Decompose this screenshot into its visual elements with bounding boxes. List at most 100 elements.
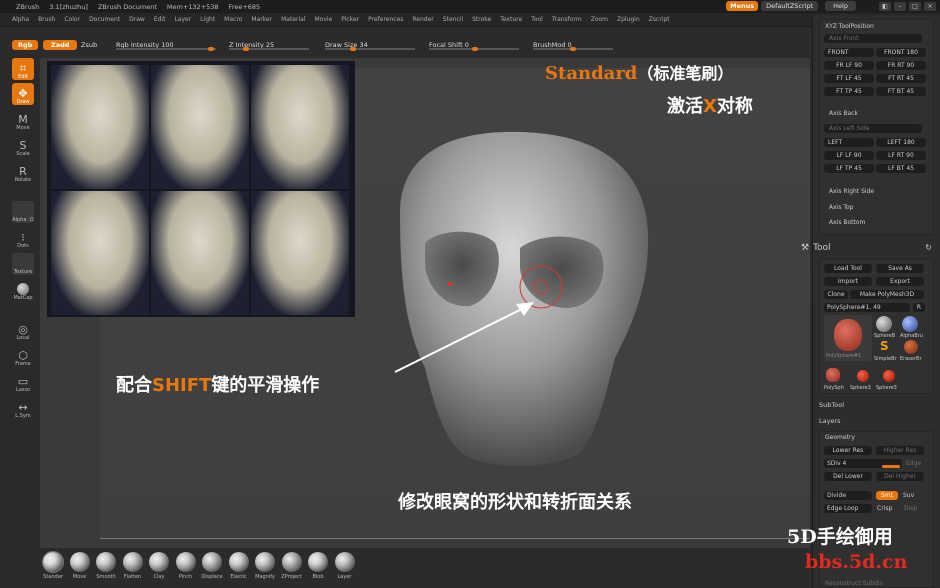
lf-lf90-button[interactable]: LF LF 90 xyxy=(824,151,874,160)
current-tool-slider[interactable]: PolySphere#1. 49 xyxy=(824,303,910,312)
draw-size-track[interactable] xyxy=(325,48,415,50)
brush-magnify[interactable]: Magnify xyxy=(252,552,278,580)
axis-back-button[interactable]: Axis Back xyxy=(829,110,858,117)
axis-left-side-button[interactable]: Axis Left Side xyxy=(824,124,922,133)
axis-bottom-button[interactable]: Axis Bottom xyxy=(829,219,865,226)
divide-button[interactable]: Divide xyxy=(824,491,872,500)
menus-button[interactable]: Menus xyxy=(726,1,759,11)
lsym-button[interactable]: ↔ L.Sym xyxy=(12,397,34,419)
layers-section[interactable]: Layers xyxy=(819,417,841,425)
alpha-button[interactable]: Alpha :O xyxy=(12,201,34,223)
menu-item-stencil[interactable]: Stencil xyxy=(443,16,463,23)
frame-button[interactable]: ⬡ Frame xyxy=(12,345,34,367)
dock-icon[interactable]: ◧ xyxy=(879,1,891,11)
fr-rt90-button[interactable]: FR RT 90 xyxy=(876,61,926,70)
smt-toggle[interactable]: Smt xyxy=(876,491,898,500)
axis-front-button[interactable]: Axis Front xyxy=(824,34,922,43)
tool-header[interactable]: ⚒ Tool xyxy=(801,243,831,253)
refresh-icon[interactable]: ↻ xyxy=(925,243,932,252)
brush-clay[interactable]: Clay xyxy=(146,552,172,580)
save-as-button[interactable]: Save As xyxy=(876,264,924,273)
brush-pinch[interactable]: Pinch xyxy=(173,552,199,580)
matcap-button[interactable]: MatCap xyxy=(12,279,34,301)
menu-item-tool[interactable]: Tool xyxy=(531,16,543,23)
higher-res-button[interactable]: Higher Res xyxy=(876,446,924,455)
menu-item-alpha[interactable]: Alpha xyxy=(12,16,29,23)
axis-right-side-button[interactable]: Axis Right Side xyxy=(829,188,874,195)
menu-item-brush[interactable]: Brush xyxy=(38,16,55,23)
front180-button[interactable]: FRONT 180 xyxy=(876,48,926,57)
focal-shift-handle[interactable] xyxy=(472,47,478,51)
zadd-toggle[interactable]: Zadd xyxy=(43,40,78,50)
menu-item-transform[interactable]: Transform xyxy=(552,16,582,23)
brush-move[interactable]: Move xyxy=(67,552,93,580)
local-button[interactable]: ◎ Local xyxy=(12,319,34,341)
ft-rt45-button[interactable]: FT RT 45 xyxy=(876,74,926,83)
menu-item-light[interactable]: Light xyxy=(200,16,215,23)
zsub-toggle[interactable]: Zsub xyxy=(81,38,97,52)
dots-button[interactable]: ⁝ Dots xyxy=(12,227,34,249)
brush-elastic[interactable]: Elastic xyxy=(226,552,252,580)
eraserbrush-thumb[interactable] xyxy=(904,340,918,354)
menu-item-picker[interactable]: Picker xyxy=(341,16,359,23)
brush-zproject[interactable]: ZProject xyxy=(279,552,305,580)
ft-bt45-button[interactable]: FT BT 45 xyxy=(876,87,926,96)
minimize-icon[interactable]: – xyxy=(894,1,906,11)
z-intensity-handle[interactable] xyxy=(243,47,249,51)
texture-button[interactable]: Texture xyxy=(12,253,34,275)
reconstruct-subdiv-button[interactable]: Reconstruct Subdiv xyxy=(825,580,883,587)
brush-flatten[interactable]: Flatten xyxy=(120,552,146,580)
crisp-toggle[interactable]: Crisp xyxy=(877,505,892,512)
menu-item-preferences[interactable]: Preferences xyxy=(368,16,403,23)
lf-tp45-button[interactable]: LF TP 45 xyxy=(824,164,874,173)
lf-bt45-button[interactable]: LF BT 45 xyxy=(876,164,926,173)
draw-button[interactable]: ✥ Draw xyxy=(12,83,34,105)
sdiv-handle[interactable] xyxy=(882,465,900,468)
menu-item-material[interactable]: Material xyxy=(281,16,305,23)
menu-item-document[interactable]: Document xyxy=(89,16,120,23)
clone-button[interactable]: Clone xyxy=(824,290,848,299)
sphereb-thumb[interactable] xyxy=(876,316,892,332)
make-polymesh-button[interactable]: Make PolyMesh3D xyxy=(850,290,924,299)
left-button[interactable]: LEFT xyxy=(824,138,874,147)
current-tool-thumbnail[interactable]: PolySphere#1 xyxy=(824,315,872,361)
menu-item-render[interactable]: Render xyxy=(412,16,433,23)
front-button[interactable]: FRONT xyxy=(824,48,874,57)
axis-top-button[interactable]: Axis Top xyxy=(829,204,853,211)
del-higher-button[interactable]: Del Higher xyxy=(876,472,924,481)
restore-icon[interactable]: □ xyxy=(909,1,921,11)
export-button[interactable]: Export xyxy=(876,277,924,286)
menu-item-movie[interactable]: Movie xyxy=(314,16,332,23)
brush-smooth[interactable]: Smooth xyxy=(93,552,119,580)
rgb-toggle[interactable]: Rgb xyxy=(12,40,39,50)
z-intensity-track[interactable] xyxy=(229,48,309,50)
r-button[interactable]: R xyxy=(913,303,925,312)
left180-button[interactable]: LEFT 180 xyxy=(876,138,926,147)
menu-item-texture[interactable]: Texture xyxy=(500,16,522,23)
import-button[interactable]: Import xyxy=(824,277,872,286)
menu-item-draw[interactable]: Draw xyxy=(129,16,145,23)
help-button[interactable]: Help xyxy=(825,1,856,11)
sphere3b-thumb[interactable] xyxy=(883,370,895,382)
menu-item-zoom[interactable]: Zoom xyxy=(591,16,608,23)
menu-item-zscript[interactable]: Zscript xyxy=(649,16,670,23)
sphere3a-thumb[interactable] xyxy=(857,370,869,382)
menu-item-stroke[interactable]: Stroke xyxy=(472,16,491,23)
move-button[interactable]: M Move xyxy=(12,109,34,131)
menu-item-color[interactable]: Color xyxy=(64,16,80,23)
edge-loop-button[interactable]: Edge Loop xyxy=(824,504,872,513)
load-tool-button[interactable]: Load Tool xyxy=(824,264,872,273)
disp-toggle[interactable]: Disp xyxy=(904,505,917,512)
brush-layer[interactable]: Layer xyxy=(332,552,358,580)
edit-button[interactable]: ⌗ Edit xyxy=(12,58,34,80)
brush-standar[interactable]: Standar xyxy=(40,551,66,580)
polysph-thumb[interactable] xyxy=(826,368,840,382)
rgb-intensity-handle[interactable] xyxy=(208,47,214,51)
subtool-section[interactable]: SubTool xyxy=(819,401,844,409)
ft-tp45-button[interactable]: FT TP 45 xyxy=(824,87,874,96)
rgb-intensity-track[interactable] xyxy=(116,48,216,50)
del-lower-button[interactable]: Del Lower xyxy=(824,472,872,481)
default-zscript-button[interactable]: DefaultZScript xyxy=(761,1,819,11)
suv-toggle[interactable]: Suv xyxy=(903,492,914,499)
geometry-title[interactable]: Geometry xyxy=(825,434,855,441)
